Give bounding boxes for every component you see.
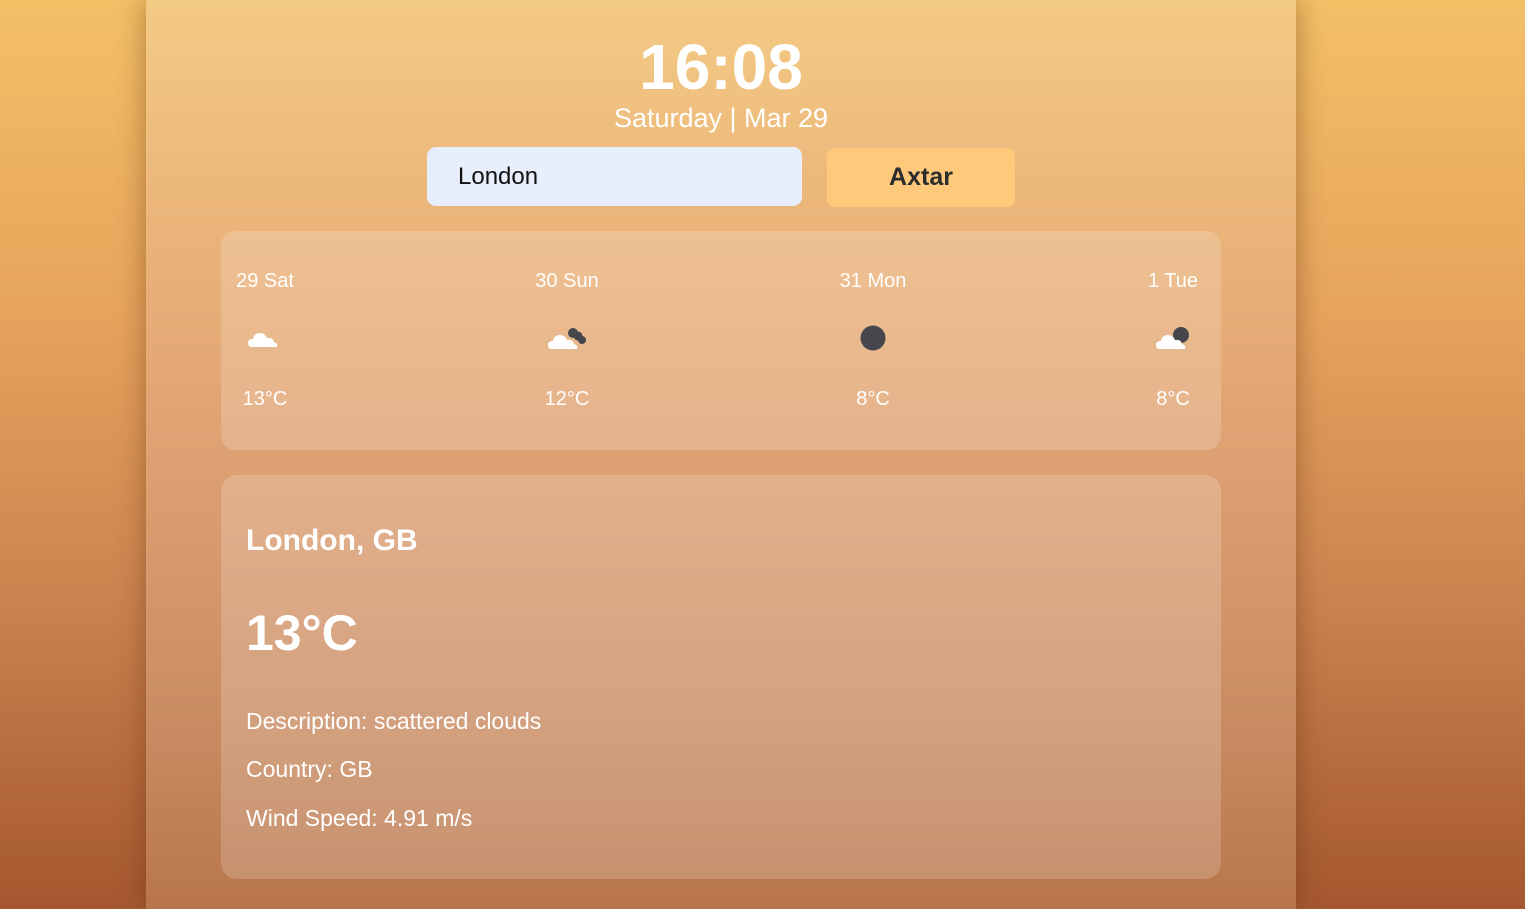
forecast-day-temp: 8°C	[856, 388, 890, 410]
forecast-day: 30 Sun 12°C	[502, 231, 632, 450]
forecast-day-label: 29 Sat	[236, 270, 294, 292]
forecast-day-label: 31 Mon	[839, 270, 907, 292]
forecast-day-temp: 13°C	[242, 388, 288, 410]
forecast-day-label: 30 Sun	[535, 270, 599, 292]
current-temperature: 13°C	[246, 605, 358, 661]
weather-country: Country: GB	[246, 756, 373, 782]
clock-date: Saturday | Mar 29	[613, 103, 829, 133]
search-button[interactable]: Axtar	[827, 148, 1015, 207]
forecast-day: 1 Tue 8°C	[1108, 231, 1238, 450]
cloud-moon-icon	[1156, 327, 1189, 349]
current-weather-card: London, GB 13°C Description: scattered c…	[221, 475, 1221, 879]
city-name: London, GB	[246, 524, 418, 557]
broken-clouds-icon	[548, 328, 586, 349]
weather-app: 16:08 Saturday | Mar 29 Axtar 29 Sat 13°…	[146, 0, 1296, 909]
city-search-input[interactable]	[427, 147, 802, 206]
overcast-icon	[860, 325, 886, 351]
forecast-day-label: 1 Tue	[1147, 270, 1199, 292]
forecast-day-temp: 12°C	[544, 388, 590, 410]
cloud-icon	[248, 333, 278, 347]
wind-speed: Wind Speed: 4.91 m/s	[246, 805, 473, 831]
weather-description: Description: scattered clouds	[246, 708, 542, 734]
forecast-day: 29 Sat 13°C	[200, 231, 330, 450]
forecast-day-temp: 8°C	[1156, 388, 1190, 410]
forecast-day: 31 Mon 8°C	[808, 231, 938, 450]
forecast-card: 29 Sat 13°C 30 Sun 12°C 31 Mon 8°C 1 Tue…	[221, 231, 1221, 450]
clock-time: 16:08	[639, 31, 803, 103]
